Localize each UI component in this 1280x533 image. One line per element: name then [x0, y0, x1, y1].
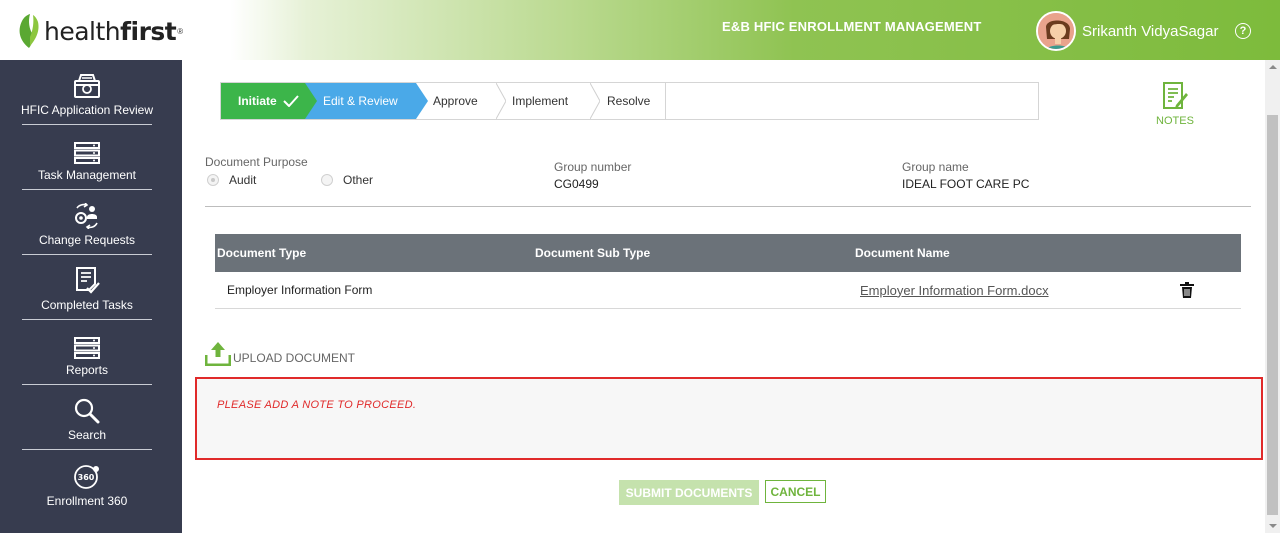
help-icon[interactable]: ?	[1235, 23, 1251, 39]
purpose-radio-audit[interactable]: Audit	[207, 173, 256, 187]
server-stack-icon	[74, 337, 100, 359]
user-name: Srikanth VidyaSagar	[1082, 22, 1219, 40]
step-arrow	[590, 83, 600, 119]
step-label: Edit & Review	[323, 94, 398, 108]
step-arrow	[416, 83, 428, 119]
document-name-link[interactable]: Employer Information Form.docx	[860, 283, 1049, 298]
sidebar-item-label: HFIC Application Review	[20, 103, 154, 117]
sidebar-item-completed-tasks[interactable]: Completed Tasks	[22, 255, 152, 320]
user-menu[interactable]: Srikanth VidyaSagar	[1036, 11, 1218, 51]
sidebar-item-label: Change Requests	[38, 233, 136, 247]
sidebar-item-task-management[interactable]: Task Management	[22, 125, 152, 190]
search-icon	[74, 398, 100, 424]
sidebar-item-search[interactable]: Search	[22, 385, 152, 450]
sidebar-item-label: Completed Tasks	[41, 298, 133, 312]
sidebar-item-reports[interactable]: Reports	[22, 320, 152, 385]
step-initiate[interactable]: Initiate	[221, 83, 317, 119]
step-edit-review[interactable]: Edit & Review	[305, 83, 428, 119]
app-window: healthfirst ® E&B HFIC ENROLLMENT MANAGEM…	[0, 0, 1280, 533]
workflow-stepper: Initiate Edit & Review Approve Implement…	[220, 82, 1039, 120]
enrollment-360-badge: 360	[78, 473, 95, 482]
upload-document-label: UPLOAD DOCUMENT	[233, 351, 356, 365]
sidebar-item-change-requests[interactable]: Change Requests	[22, 190, 152, 255]
completed-tasks-icon	[76, 267, 100, 294]
note-field-container	[195, 377, 1263, 460]
upload-document-button[interactable]: UPLOAD DOCUMENT	[205, 340, 355, 366]
application-review-icon	[74, 74, 100, 98]
upload-icon	[205, 342, 231, 366]
sidebar-item-enrollment-360[interactable]: 360 Enrollment 360	[22, 450, 152, 515]
radio-label: Other	[343, 173, 374, 187]
step-arrow	[496, 83, 506, 119]
sidebar-item-label: Enrollment 360	[46, 494, 128, 508]
note-textarea[interactable]	[217, 399, 1241, 438]
server-stack-icon	[74, 142, 100, 164]
step-label: Approve	[433, 94, 478, 108]
documents-table: Document Type Document Sub Type Document…	[215, 234, 1241, 309]
logo-wordmark: healthfirst	[44, 16, 177, 46]
top-header: healthfirst ® E&B HFIC ENROLLMENT MANAGEM…	[0, 0, 1280, 60]
group-name-label: Group name	[902, 160, 969, 174]
table-row: Employer Information Form Employer Infor…	[215, 272, 1241, 309]
scrollbar-thumb[interactable]	[1267, 115, 1278, 515]
group-number-label: Group number	[554, 160, 632, 174]
avatar[interactable]	[1036, 11, 1076, 51]
scroll-down-arrow-icon[interactable]	[1269, 524, 1277, 528]
radio-label: Audit	[229, 173, 257, 187]
step-label: Resolve	[607, 94, 651, 108]
sidebar-item-label: Search	[67, 428, 107, 442]
sidebar: HFIC Application Review Task Management	[0, 60, 182, 533]
sidebar-item-label: Task Management	[37, 168, 137, 182]
registered-mark: ®	[177, 26, 184, 36]
group-number-value: CG0499	[554, 177, 599, 191]
step-implement[interactable]: Implement	[496, 83, 600, 119]
column-header-document-sub-type: Document Sub Type	[535, 246, 651, 260]
document-name-cell: Employer Information Form.docx	[855, 283, 1175, 298]
trash-icon[interactable]	[1180, 282, 1194, 298]
document-type-cell: Employer Information Form	[227, 283, 373, 297]
step-approve[interactable]: Approve	[416, 83, 506, 119]
vertical-scrollbar[interactable]	[1265, 60, 1280, 533]
change-request-icon	[75, 203, 98, 229]
scroll-up-arrow-icon[interactable]	[1269, 65, 1277, 69]
step-arrow	[305, 83, 317, 119]
enrollment-360-icon: 360	[74, 465, 99, 489]
step-label: Implement	[512, 94, 569, 108]
document-purpose-label: Document Purpose	[205, 155, 308, 169]
sidebar-item-label: Reports	[65, 363, 109, 377]
app-title: E&B HFIC ENROLLMENT MANAGEMENT	[722, 19, 982, 34]
section-divider	[205, 206, 1251, 207]
radio-button[interactable]	[207, 174, 219, 186]
user-avatar-icon	[1038, 13, 1074, 49]
cancel-button[interactable]: CANCEL	[765, 480, 826, 503]
sidebar-item-hfic-application-review[interactable]: HFIC Application Review	[20, 60, 154, 125]
checkmark-icon	[282, 95, 299, 107]
leaf-logo-icon	[19, 14, 39, 48]
notes-icon	[1163, 82, 1188, 109]
step-label: Initiate	[238, 94, 277, 108]
healthfirst-logo[interactable]: healthfirst ®	[16, 12, 183, 50]
step-resolve[interactable]: Resolve	[590, 83, 666, 119]
column-header-document-type: Document Type	[217, 246, 307, 260]
column-header-document-name: Document Name	[855, 246, 950, 260]
purpose-radio-other[interactable]: Other	[321, 173, 373, 187]
main-content: Initiate Edit & Review Approve Implement…	[182, 60, 1265, 533]
notes-label: NOTES	[1156, 115, 1194, 127]
submit-documents-button[interactable]: SUBMIT DOCUMENTS	[619, 480, 759, 505]
group-name-value: IDEAL FOOT CARE PC	[902, 177, 1030, 191]
notes-button[interactable]: NOTES	[1150, 82, 1200, 127]
table-header: Document Type Document Sub Type Document…	[215, 234, 1241, 272]
radio-button[interactable]	[321, 174, 333, 186]
